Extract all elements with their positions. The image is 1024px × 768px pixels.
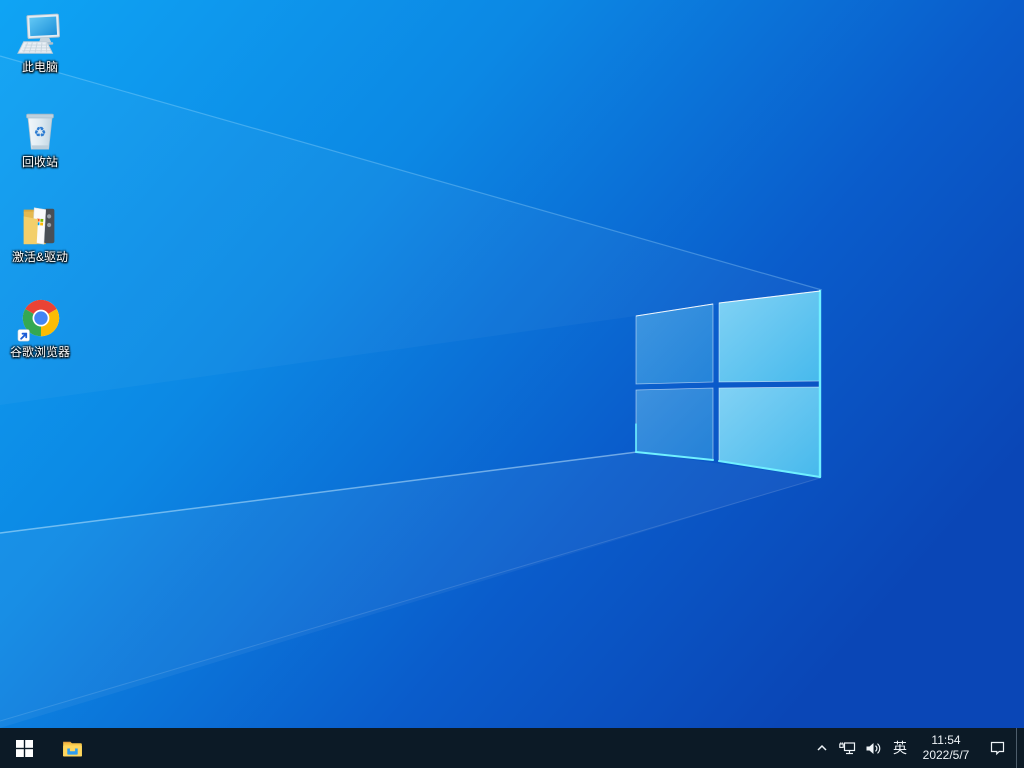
- shortcut-arrow-overlay: [17, 329, 30, 342]
- action-center-icon: [990, 741, 1004, 756]
- hidden-icons-chevron-button[interactable]: [810, 728, 834, 768]
- taskbar-clock[interactable]: 11:54 2022/5/7: [914, 728, 978, 768]
- recycle-bin-icon: ♻: [26, 113, 54, 150]
- system-tray: 英 11:54 2022/5/7: [810, 728, 1024, 768]
- desktop-icon-activation-drivers[interactable]: 激活&驱动: [1, 202, 79, 264]
- desktop-icon-column: 此电脑 ♻ 回收站 激活&驱动 谷歌浏览器: [1, 12, 79, 359]
- svg-text:♻: ♻: [34, 125, 47, 141]
- network-tray-button[interactable]: [834, 728, 860, 768]
- show-desktop-button[interactable]: [1016, 728, 1024, 768]
- icon-label-recycle-bin: 回收站: [21, 155, 58, 169]
- windows-start-icon: [15, 739, 33, 757]
- action-center-button[interactable]: [978, 728, 1016, 768]
- file-explorer-button[interactable]: [48, 728, 96, 768]
- desktop-icon-recycle-bin[interactable]: ♻ 回收站: [1, 107, 79, 169]
- chrome-icon: [17, 299, 60, 342]
- icon-label-activation-drivers: 激活&驱动: [11, 250, 68, 264]
- language-indicator[interactable]: 英: [886, 728, 914, 768]
- windows10-light-wallpaper: [0, 0, 1024, 728]
- clock-date: 2022/5/7: [922, 748, 970, 762]
- volume-speaker-icon: [866, 742, 880, 754]
- desktop-area[interactable]: 此电脑 ♻ 回收站 激活&驱动 谷歌浏览器: [0, 0, 1024, 728]
- icon-label-this-pc: 此电脑: [21, 60, 58, 74]
- file-explorer-icon: [62, 741, 82, 756]
- icon-label-google-chrome: 谷歌浏览器: [9, 345, 70, 359]
- taskbar: 英 11:54 2022/5/7: [0, 728, 1024, 768]
- volume-tray-button[interactable]: [860, 728, 886, 768]
- windows-desktop-screen: 此电脑 ♻ 回收站 激活&驱动 谷歌浏览器 英 11:54 2022/5/7: [0, 0, 1024, 768]
- chevron-up-icon: [817, 744, 827, 751]
- clock-time: 11:54: [931, 733, 961, 747]
- desktop-icon-google-chrome[interactable]: 谷歌浏览器: [1, 297, 79, 359]
- network-ethernet-icon: [838, 741, 855, 754]
- folder-icon: [23, 207, 55, 245]
- desktop-icon-this-pc[interactable]: 此电脑: [1, 12, 79, 74]
- this-pc-icon: [17, 13, 61, 54]
- language-indicator-text: 英: [893, 740, 907, 756]
- start-button[interactable]: [0, 728, 48, 768]
